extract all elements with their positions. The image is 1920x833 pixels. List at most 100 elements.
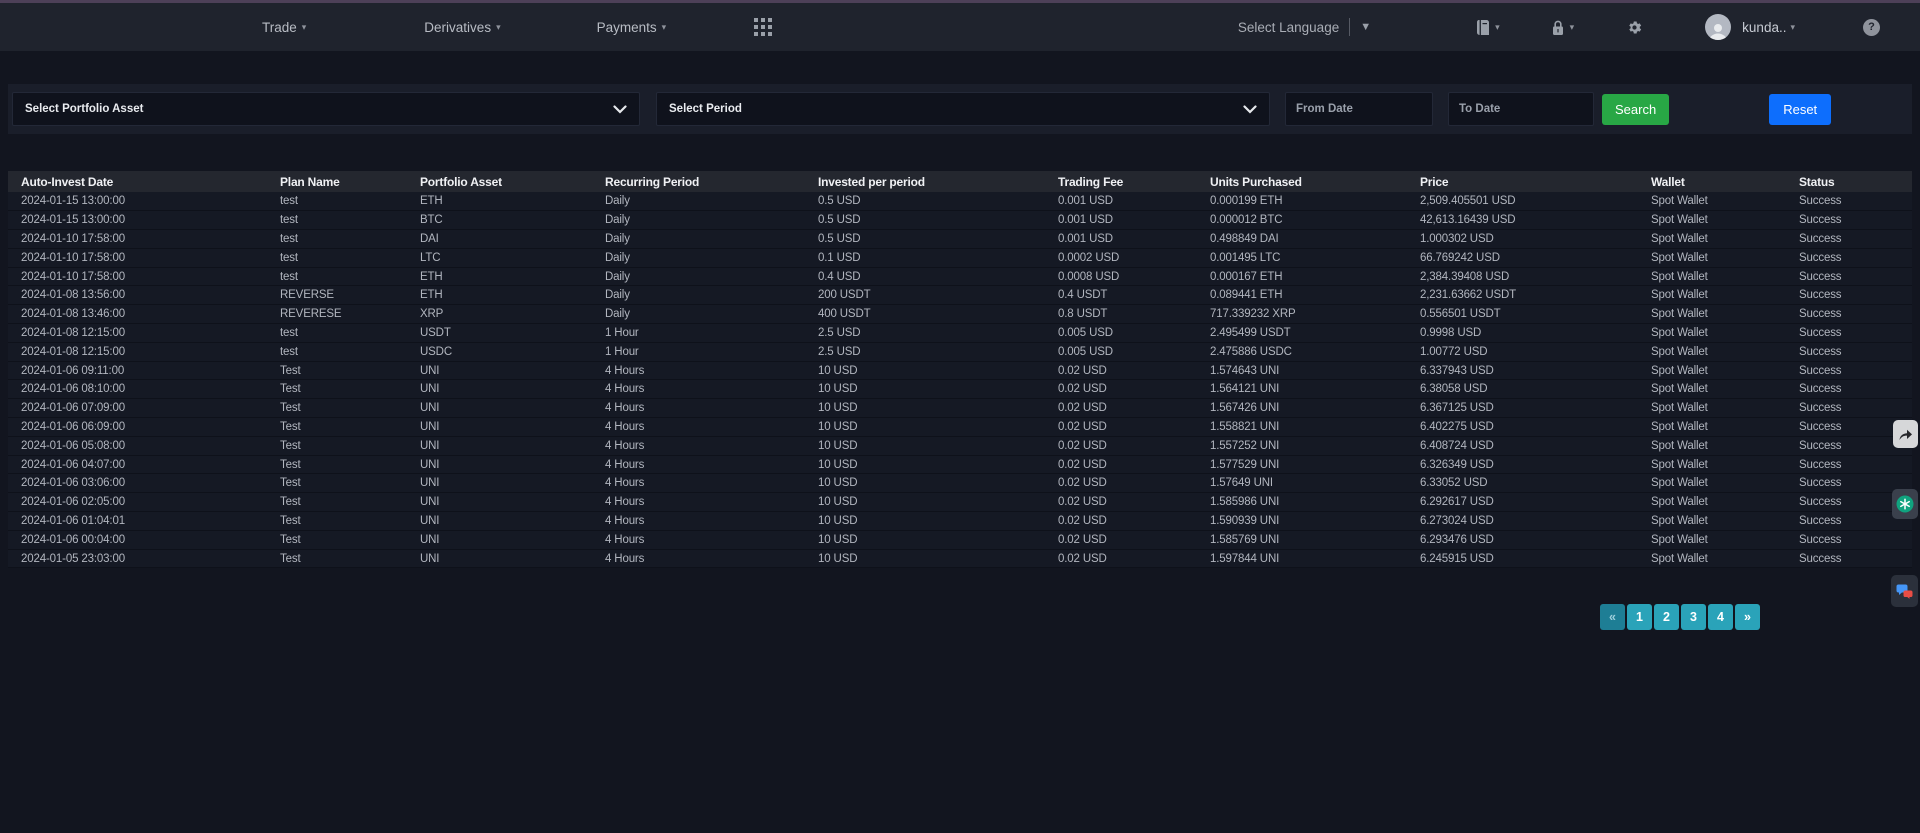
table-row: 2024-01-06 05:08:00TestUNI4 Hours10 USD0…	[8, 436, 1912, 455]
cell-wallet: Spot Wallet	[1638, 361, 1786, 380]
cell-period: 4 Hours	[592, 418, 805, 437]
cell-price: 0.9998 USD	[1407, 324, 1638, 343]
pagination-page-button-4[interactable]: 4	[1708, 604, 1733, 630]
pagination-page-button-2[interactable]: 2	[1654, 604, 1679, 630]
pagination-page-button-1[interactable]: 1	[1627, 604, 1652, 630]
pagination-page-button-3[interactable]: 3	[1681, 604, 1706, 630]
language-selector[interactable]: Select Language ▼	[1238, 18, 1371, 36]
cell-period: 4 Hours	[592, 512, 805, 531]
cell-price: 0.556501 USDT	[1407, 305, 1638, 324]
table-row: 2024-01-06 09:11:00TestUNI4 Hours10 USD0…	[8, 361, 1912, 380]
cell-plan: test	[267, 248, 407, 267]
auto-invest-history-table: Auto-Invest Date Plan Name Portfolio Ass…	[8, 171, 1912, 568]
from-date-input[interactable]	[1285, 92, 1433, 126]
cell-units: 1.577529 UNI	[1197, 455, 1407, 474]
security-menu-button[interactable]: ▾	[1550, 19, 1575, 36]
cell-plan: Test	[267, 380, 407, 399]
pagination-prev-button[interactable]: «	[1600, 604, 1625, 630]
cell-wallet: Spot Wallet	[1638, 549, 1786, 568]
search-button[interactable]: Search	[1602, 94, 1669, 125]
cell-units: 0.001495 LTC	[1197, 248, 1407, 267]
settings-button[interactable]	[1626, 19, 1643, 36]
cell-units: 2.475886 USDC	[1197, 342, 1407, 361]
cell-invested: 400 USDT	[805, 305, 1045, 324]
cell-units: 1.567426 UNI	[1197, 399, 1407, 418]
cell-wallet: Spot Wallet	[1638, 512, 1786, 531]
floating-chatgpt-button[interactable]	[1892, 489, 1918, 519]
cell-plan: Test	[267, 399, 407, 418]
gear-icon	[1626, 19, 1643, 36]
top-navbar: Trade ▾ Derivatives ▾ Payments ▾ Select …	[0, 3, 1920, 51]
column-header-plan: Plan Name	[267, 171, 407, 192]
cell-price: 6.408724 USD	[1407, 436, 1638, 455]
nav-menu-derivatives[interactable]: Derivatives ▾	[424, 20, 500, 35]
help-button[interactable]: ?	[1863, 19, 1880, 36]
pagination-next-button[interactable]: »	[1735, 604, 1760, 630]
column-header-status: Status	[1786, 171, 1912, 192]
cell-price: 1.000302 USD	[1407, 230, 1638, 249]
floating-share-button[interactable]	[1893, 420, 1918, 448]
orders-menu-button[interactable]: ▾	[1475, 19, 1500, 36]
cell-invested: 10 USD	[805, 512, 1045, 531]
cell-period: 4 Hours	[592, 361, 805, 380]
cell-wallet: Spot Wallet	[1638, 380, 1786, 399]
cell-asset: UNI	[407, 455, 592, 474]
cell-plan: Test	[267, 418, 407, 437]
cell-status: Success	[1786, 286, 1912, 305]
cell-fee: 0.001 USD	[1045, 211, 1197, 230]
cell-asset: UNI	[407, 399, 592, 418]
cell-wallet: Spot Wallet	[1638, 418, 1786, 437]
cell-asset: ETH	[407, 267, 592, 286]
chevron-down-icon	[1243, 105, 1257, 114]
cell-invested: 2.5 USD	[805, 324, 1045, 343]
nav-menu-payments[interactable]: Payments ▾	[597, 20, 667, 35]
pagination: « 1234 »	[1600, 604, 1760, 630]
floating-chat-button[interactable]	[1891, 575, 1918, 607]
table-row: 2024-01-08 12:15:00testUSDT1 Hour2.5 USD…	[8, 324, 1912, 343]
cell-wallet: Spot Wallet	[1638, 530, 1786, 549]
username: kunda..	[1742, 20, 1786, 35]
cell-units: 717.339232 XRP	[1197, 305, 1407, 324]
cell-status: Success	[1786, 305, 1912, 324]
cell-price: 6.337943 USD	[1407, 361, 1638, 380]
cell-units: 1.585986 UNI	[1197, 493, 1407, 512]
cell-units: 0.089441 ETH	[1197, 286, 1407, 305]
cell-asset: BTC	[407, 211, 592, 230]
cell-price: 6.326349 USD	[1407, 455, 1638, 474]
cell-date: 2024-01-08 12:15:00	[8, 324, 267, 343]
apps-grid-button[interactable]	[754, 18, 772, 36]
chatgpt-icon	[1896, 495, 1914, 513]
cell-period: 4 Hours	[592, 380, 805, 399]
cell-invested: 10 USD	[805, 436, 1045, 455]
user-menu-button[interactable]: kunda.. ▾	[1705, 14, 1795, 40]
cell-plan: test	[267, 192, 407, 211]
nav-menu-trade[interactable]: Trade ▾	[262, 20, 306, 35]
table-row: 2024-01-15 13:00:00testBTCDaily0.5 USD0.…	[8, 211, 1912, 230]
cell-units: 1.57649 UNI	[1197, 474, 1407, 493]
to-date-input[interactable]	[1448, 92, 1594, 126]
column-header-fee: Trading Fee	[1045, 171, 1197, 192]
cell-price: 6.293476 USD	[1407, 530, 1638, 549]
portfolio-asset-select[interactable]: Select Portfolio Asset	[12, 92, 640, 126]
chevron-down-icon	[613, 105, 627, 114]
cell-fee: 0.001 USD	[1045, 192, 1197, 211]
cell-price: 66.769242 USD	[1407, 248, 1638, 267]
cell-status: Success	[1786, 324, 1912, 343]
reset-button[interactable]: Reset	[1769, 94, 1831, 125]
cell-units: 0.000199 ETH	[1197, 192, 1407, 211]
chat-bubbles-icon	[1896, 584, 1913, 599]
chevron-down-icon: ▾	[496, 23, 501, 32]
column-header-period: Recurring Period	[592, 171, 805, 192]
cell-asset: XRP	[407, 305, 592, 324]
cell-fee: 0.02 USD	[1045, 436, 1197, 455]
cell-wallet: Spot Wallet	[1638, 305, 1786, 324]
cell-asset: UNI	[407, 474, 592, 493]
period-select[interactable]: Select Period	[656, 92, 1270, 126]
cell-asset: UNI	[407, 380, 592, 399]
cell-date: 2024-01-05 23:03:00	[8, 549, 267, 568]
column-header-price: Price	[1407, 171, 1638, 192]
avatar-icon	[1705, 14, 1731, 40]
cell-date: 2024-01-10 17:58:00	[8, 248, 267, 267]
cell-price: 6.367125 USD	[1407, 399, 1638, 418]
filter-panel: Select Portfolio Asset Select Period Sea…	[8, 84, 1912, 134]
